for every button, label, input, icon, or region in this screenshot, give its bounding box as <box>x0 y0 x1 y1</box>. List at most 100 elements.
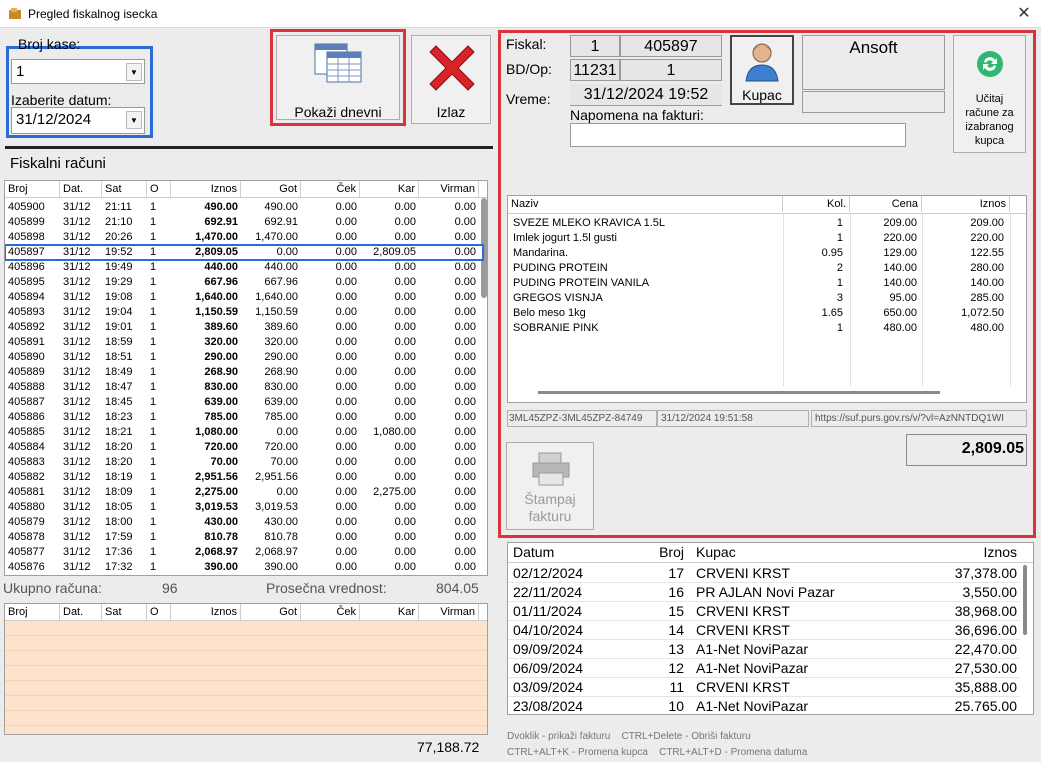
scrollbar[interactable] <box>1023 565 1027 635</box>
list-item[interactable]: Mandarina. 0.95 129.00 122.55 <box>508 246 1026 261</box>
col-header[interactable]: Sat <box>102 181 147 197</box>
table-cell: 0.00 <box>335 486 357 498</box>
print-invoice-button[interactable]: Štampaj fakturu <box>506 442 594 530</box>
table-row[interactable]: 405890 31/12 18:51 1 290.00 290.00 0.00 0.00 0.0… <box>5 350 483 365</box>
col-header[interactable]: Iznos <box>171 604 241 620</box>
receipts-grid[interactable]: Broj Dat. Sat O Iznos Got Ček Kar Virman… <box>4 180 488 576</box>
date-select[interactable]: 31/12/2024 ▼ <box>11 107 145 134</box>
table-row[interactable]: 405895 31/12 19:29 1 667.96 667.96 0.00 0.00 0.0… <box>5 275 483 290</box>
table-row[interactable]: 405889 31/12 18:49 1 268.90 268.90 0.00 0.00 0.0… <box>5 365 483 380</box>
list-item[interactable]: PUDING PROTEIN VANILA 1 140.00 140.00 <box>508 276 1026 291</box>
chevron-down-icon[interactable]: ▼ <box>126 63 142 81</box>
table-row[interactable]: 405881 31/12 18:09 1 2,275.00 0.00 0.00 2,275.0… <box>5 485 483 500</box>
list-item[interactable]: 06/09/2024 12 A1-Net NoviPazar 27,530.00 <box>508 659 1020 678</box>
table-row[interactable]: 405898 31/12 20:26 1 1,470.00 1,470.00 0.00 0.0… <box>5 230 483 245</box>
summary-grid[interactable]: Broj Dat. Sat O Iznos Got Ček Kar Virman <box>4 603 488 735</box>
table-row[interactable]: 405900 31/12 21:11 1 490.00 490.00 0.00 0.00 0.0… <box>5 200 483 215</box>
table-row[interactable]: 405876 31/12 17:32 1 390.00 390.00 0.00 0.00 0.0… <box>5 560 483 575</box>
receipts-section-title: Fiskalni računi <box>10 155 106 172</box>
list-item[interactable]: 03/09/2024 11 CRVENI KRST 35,888.00 <box>508 678 1020 697</box>
col-header[interactable]: Broj <box>638 544 684 560</box>
col-header[interactable]: Kol. <box>783 196 850 212</box>
col-header[interactable]: Kar <box>360 181 419 197</box>
table-row[interactable]: 405896 31/12 19:49 1 440.00 440.00 0.00 0.00 0.0… <box>5 260 483 275</box>
scrollbar[interactable] <box>538 391 940 394</box>
table-row[interactable]: 405892 31/12 19:01 1 389.60 389.60 0.00 0.00 0.0… <box>5 320 483 335</box>
history-grid[interactable]: Datum Broj Kupac Iznos 02/12/2024 17 CRVEN… <box>507 542 1034 715</box>
col-header[interactable]: Datum <box>513 544 554 560</box>
table-cell: 70.00 <box>210 456 238 468</box>
list-item[interactable]: 01/11/2024 15 CRVENI KRST 38,968.00 <box>508 602 1020 621</box>
col-header[interactable]: Broj <box>5 181 60 197</box>
list-item[interactable]: 23/08/2024 10 A1-Net NoviPazar 25.765.00 <box>508 697 1020 714</box>
items-grid[interactable]: Naziv Kol. Cena Iznos SVEZE MLEKO KRAVIC… <box>507 195 1027 403</box>
item-cell: 220.00 <box>883 232 917 244</box>
list-item[interactable]: SOBRANIE PINK 1 480.00 480.00 <box>508 321 1026 336</box>
customer-button[interactable]: Kupac <box>730 35 794 105</box>
col-header[interactable]: Ček <box>301 604 360 620</box>
col-header[interactable]: Virman <box>419 604 479 620</box>
col-header[interactable]: Iznos <box>923 544 1017 560</box>
list-item[interactable]: Belo meso 1kg 1.65 650.00 1,072.50 <box>508 306 1026 321</box>
list-item[interactable]: SVEZE MLEKO KRAVICA 1.5L 1 209.00 209.00 <box>508 216 1026 231</box>
col-header[interactable]: Virman <box>419 181 479 197</box>
close-icon[interactable]: ✕ <box>1010 2 1038 26</box>
table-row[interactable]: 405886 31/12 18:23 1 785.00 785.00 0.00 0.00 0.0… <box>5 410 483 425</box>
load-invoices-button[interactable]: Učitaj račune za izabranog kupca <box>953 35 1026 153</box>
col-header[interactable]: Iznos <box>171 181 241 197</box>
table-cell: 290.00 <box>204 351 238 363</box>
col-header[interactable]: Naziv <box>508 196 783 212</box>
history-cell: 11 <box>669 679 684 695</box>
grand-total: 77,188.72 <box>417 739 480 755</box>
col-header[interactable]: O <box>147 181 171 197</box>
list-item[interactable]: 22/11/2024 16 PR AJLAN Novi Pazar 3,550.00 <box>508 583 1020 602</box>
col-header[interactable]: Kupac <box>696 544 736 560</box>
history-cell: 16 <box>668 584 684 600</box>
table-row[interactable]: 405883 31/12 18:20 1 70.00 70.00 0.00 0.00 0.00 <box>5 455 483 470</box>
table-row[interactable]: 405877 31/12 17:36 1 2,068.97 2,068.97 0.00 0.0… <box>5 545 483 560</box>
col-header[interactable]: Cena <box>850 196 922 212</box>
col-header[interactable]: Iznos <box>922 196 1010 212</box>
verification-url[interactable]: https://suf.purs.gov.rs/v/?vl=AzNNTDQ1WI <box>811 410 1027 427</box>
table-row[interactable]: 405893 31/12 19:04 1 1,150.59 1,150.59 0.00 0.0… <box>5 305 483 320</box>
note-input[interactable] <box>570 123 906 147</box>
list-item[interactable]: Imlek jogurt 1.5l gusti 1 220.00 220.00 <box>508 231 1026 246</box>
col-header[interactable]: Got <box>241 604 301 620</box>
table-row[interactable]: 405899 31/12 21:10 1 692.91 692.91 0.00 0.00 0.0… <box>5 215 483 230</box>
col-header[interactable]: Got <box>241 181 301 197</box>
col-header[interactable]: Dat. <box>60 181 102 197</box>
col-header[interactable]: Broj <box>5 604 60 620</box>
col-header[interactable]: Sat <box>102 604 147 620</box>
col-header[interactable]: Dat. <box>60 604 102 620</box>
list-item[interactable]: 09/09/2024 13 A1-Net NoviPazar 22,470.00 <box>508 640 1020 659</box>
exit-button[interactable]: Izlaz <box>411 35 491 124</box>
show-daily-button[interactable]: Pokaži dnevni <box>276 35 400 120</box>
register-select[interactable]: 1 ▼ <box>11 59 145 84</box>
table-row[interactable]: 405891 31/12 18:59 1 320.00 320.00 0.00 0.00 0.0… <box>5 335 483 350</box>
table-row[interactable]: 405878 31/12 17:59 1 810.78 810.78 0.00 0.00 0.0… <box>5 530 483 545</box>
customer-extra <box>802 91 945 113</box>
list-item[interactable]: PUDING PROTEIN 2 140.00 280.00 <box>508 261 1026 276</box>
col-header[interactable]: O <box>147 604 171 620</box>
table-row[interactable]: 405879 31/12 18:00 1 430.00 430.00 0.00 0.00 0.0… <box>5 515 483 530</box>
list-item[interactable]: 04/10/2024 14 CRVENI KRST 36,696.00 <box>508 621 1020 640</box>
table-row[interactable]: 405897 31/12 19:52 1 2,809.05 0.00 0.00 2,809.0… <box>5 244 484 261</box>
list-item[interactable]: 02/12/2024 17 CRVENI KRST 37,378.00 <box>508 564 1020 583</box>
table-row[interactable]: 405884 31/12 18:20 1 720.00 720.00 0.00 0.00 0.0… <box>5 440 483 455</box>
history-cell: 15 <box>668 603 684 619</box>
table-row[interactable]: 405885 31/12 18:21 1 1,080.00 0.00 0.00 1,080.0… <box>5 425 483 440</box>
table-row[interactable]: 405888 31/12 18:47 1 830.00 830.00 0.00 0.00 0.0… <box>5 380 483 395</box>
table-row[interactable]: 405880 31/12 18:05 1 3,019.53 3,019.53 0.00 0.0… <box>5 500 483 515</box>
table-cell: 1 <box>150 306 157 318</box>
table-row[interactable]: 405894 31/12 19:08 1 1,640.00 1,640.00 0.00 0.0… <box>5 290 483 305</box>
table-row[interactable]: 405882 31/12 18:19 1 2,951.56 2,951.56 0.00 0.0… <box>5 470 483 485</box>
table-cell: 2,951.56 <box>255 471 298 483</box>
col-header[interactable]: Ček <box>301 181 360 197</box>
table-cell: 430.00 <box>264 516 298 528</box>
table-cell: 0.00 <box>276 486 298 498</box>
chevron-down-icon[interactable]: ▼ <box>126 111 142 129</box>
list-item[interactable]: GREGOS VISNJA 3 95.00 285.00 <box>508 291 1026 306</box>
table-row[interactable]: 405887 31/12 18:45 1 639.00 639.00 0.00 0.00 0.0… <box>5 395 483 410</box>
col-header[interactable]: Kar <box>360 604 419 620</box>
table-cell: 21:10 <box>105 216 133 228</box>
